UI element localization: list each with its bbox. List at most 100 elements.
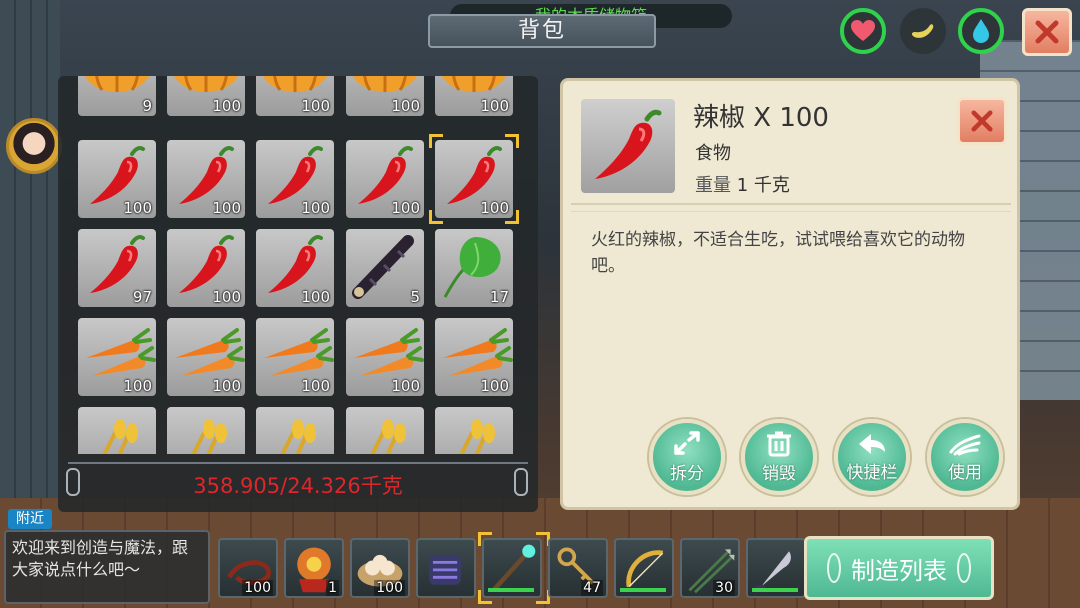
split-icon bbox=[674, 430, 700, 455]
inventory-slot[interactable]: 100 bbox=[346, 76, 424, 116]
wheat-icon bbox=[459, 419, 495, 454]
hotbar-slot[interactable] bbox=[614, 538, 674, 598]
inventory-slot[interactable]: 100 bbox=[256, 318, 334, 396]
inventory-slot[interactable] bbox=[167, 407, 245, 454]
inventory-slot[interactable] bbox=[78, 407, 156, 454]
chili-icon bbox=[595, 109, 662, 179]
hotbar-slot[interactable] bbox=[482, 538, 542, 598]
slot-count: 100 bbox=[212, 288, 241, 306]
item-detail-image bbox=[581, 99, 675, 193]
slot-count: 5 bbox=[410, 288, 420, 306]
inventory-slot[interactable]: 9 bbox=[78, 76, 156, 116]
inventory-slot[interactable]: 100 bbox=[78, 140, 156, 218]
inventory-slot[interactable] bbox=[256, 407, 334, 454]
hand-icon bbox=[949, 434, 981, 455]
selection-corner bbox=[505, 210, 519, 224]
slot-count: 97 bbox=[132, 288, 152, 306]
detail-divider bbox=[571, 203, 1011, 205]
hotbar-button[interactable]: 快捷栏 bbox=[834, 419, 910, 495]
slot-count: 100 bbox=[391, 377, 420, 395]
wheat-icon bbox=[280, 419, 316, 454]
hotbar-slot[interactable]: 47 bbox=[548, 538, 608, 598]
inventory-slot[interactable] bbox=[346, 407, 424, 454]
close-backpack-button[interactable] bbox=[1022, 8, 1072, 56]
inventory-slot[interactable]: 100 bbox=[435, 140, 513, 218]
wheat-icon bbox=[102, 419, 138, 454]
use-button[interactable]: 使用 bbox=[927, 419, 1003, 495]
inventory-slot[interactable]: 5 bbox=[346, 229, 424, 307]
inventory-slot[interactable]: 100 bbox=[435, 318, 513, 396]
item-description: 火红的辣椒，不适合生吃，试试喂给喜欢它的动物吧。 bbox=[591, 230, 965, 276]
wheat-icon bbox=[191, 419, 227, 454]
hotbar-slot[interactable] bbox=[416, 538, 476, 598]
inventory-slot[interactable]: 100 bbox=[256, 229, 334, 307]
wheat-icon bbox=[370, 419, 406, 454]
hotbar-slot[interactable]: 100 bbox=[350, 538, 410, 598]
slot-count: 100 bbox=[301, 199, 330, 217]
selection-corner bbox=[505, 134, 519, 148]
durability-bar bbox=[620, 588, 666, 592]
hotbar-selection-corner bbox=[478, 532, 492, 546]
trash-icon bbox=[767, 431, 791, 456]
inventory-slot[interactable]: 97 bbox=[78, 229, 156, 307]
slot-count: 100 bbox=[480, 377, 509, 395]
gauntlet-icon bbox=[429, 554, 461, 585]
inventory-slot[interactable] bbox=[435, 407, 513, 454]
inventory-slot[interactable]: 100 bbox=[346, 318, 424, 396]
arrow-left-icon bbox=[859, 433, 885, 454]
inventory-slot[interactable]: 100 bbox=[256, 76, 334, 116]
thirst-indicator[interactable] bbox=[958, 8, 1004, 54]
inventory-slot[interactable]: 100 bbox=[167, 76, 245, 116]
health-indicator[interactable] bbox=[840, 8, 886, 54]
inventory-slot[interactable]: 100 bbox=[435, 76, 513, 116]
inventory-slot[interactable]: 100 bbox=[167, 229, 245, 307]
slot-count: 100 bbox=[391, 199, 420, 217]
hotbar-slot[interactable] bbox=[746, 538, 806, 598]
slot-count: 100 bbox=[123, 377, 152, 395]
inventory-grid: 9 100 100 100 100 100 100 100 100 100 97 100 100 5 17 1… bbox=[78, 76, 523, 454]
craft-decoration-right bbox=[957, 553, 971, 583]
hotbar-slot-count: 47 bbox=[581, 580, 603, 596]
item-weight-label: 重量 bbox=[695, 175, 731, 196]
chat-channel-tag[interactable]: 附近 bbox=[8, 509, 52, 529]
destroy-button[interactable]: 销毁 bbox=[741, 419, 817, 495]
inventory-slot[interactable]: 100 bbox=[167, 140, 245, 218]
close-detail-button[interactable] bbox=[957, 97, 1007, 145]
hotbar-slot[interactable]: 100 bbox=[218, 538, 278, 598]
inventory-slot[interactable]: 100 bbox=[167, 318, 245, 396]
hotbar-label: 快捷栏 bbox=[846, 462, 898, 483]
inventory-slot[interactable]: 100 bbox=[346, 140, 424, 218]
player-avatar[interactable] bbox=[6, 118, 62, 174]
item-name: 辣椒 X 100 bbox=[693, 103, 829, 133]
slot-count: 100 bbox=[391, 97, 420, 115]
detail-divider-thin bbox=[571, 211, 1011, 212]
hunger-icon bbox=[911, 24, 934, 38]
hunger-indicator[interactable] bbox=[900, 8, 946, 54]
close-icon bbox=[1035, 20, 1059, 44]
chat-box[interactable]: 欢迎来到创造与魔法，跟大家说点什么吧～ bbox=[4, 530, 210, 604]
hotbar-slot-count: 100 bbox=[242, 580, 273, 596]
inventory-footer: 358.905/24.326千克 bbox=[58, 462, 538, 502]
slot-count: 100 bbox=[480, 97, 509, 115]
inventory-panel: 9 100 100 100 100 100 100 100 100 100 97 100 100 5 17 1… bbox=[58, 76, 538, 512]
durability-bar bbox=[488, 588, 534, 592]
hotbar-slot[interactable]: 30 bbox=[680, 538, 740, 598]
hotbar-slot-count: 30 bbox=[713, 580, 735, 596]
item-type: 食物 bbox=[695, 143, 731, 164]
hotbar: 100 1 100 47 30 bbox=[214, 532, 806, 604]
inventory-weight: 358.905/24.326千克 bbox=[193, 474, 403, 498]
heart-icon bbox=[851, 20, 875, 41]
split-button[interactable]: 拆分 bbox=[649, 419, 725, 495]
slot-count: 100 bbox=[123, 199, 152, 217]
split-label: 拆分 bbox=[670, 463, 704, 484]
backpack-title: 背包 bbox=[428, 14, 656, 48]
craft-list-button[interactable]: 制造列表 bbox=[804, 536, 994, 600]
slot-count: 17 bbox=[489, 288, 509, 306]
hotbar-slot[interactable]: 1 bbox=[284, 538, 344, 598]
inventory-slot[interactable]: 100 bbox=[78, 318, 156, 396]
slot-count: 100 bbox=[301, 97, 330, 115]
inventory-slot[interactable]: 100 bbox=[256, 140, 334, 218]
use-label: 使用 bbox=[948, 462, 982, 483]
inventory-slot[interactable]: 17 bbox=[435, 229, 513, 307]
slot-count: 100 bbox=[301, 288, 330, 306]
